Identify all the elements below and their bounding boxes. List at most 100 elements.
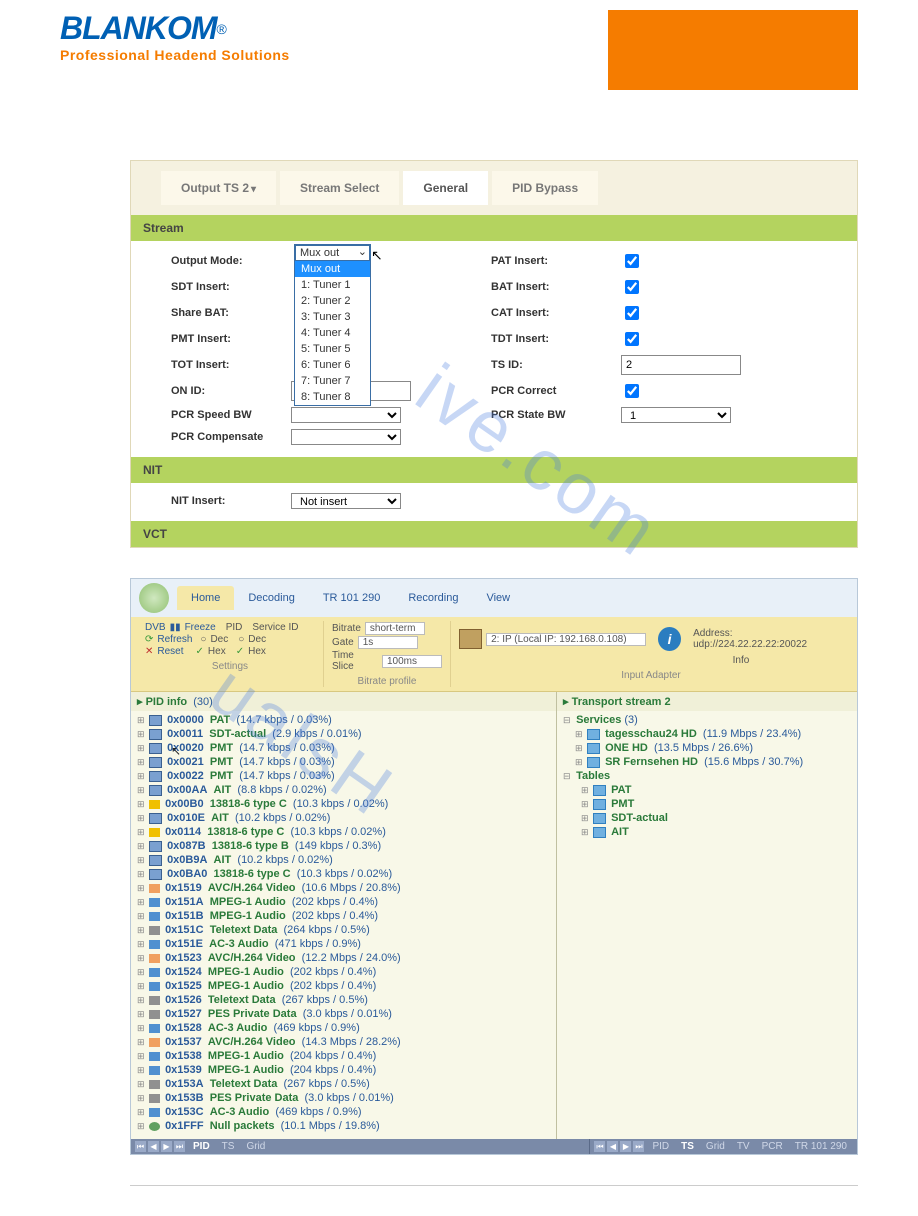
dropdown-item[interactable]: Mux out: [295, 261, 370, 277]
pid-row[interactable]: ⊞ 0x0114 13818-6 type C (10.3 kbps / 0.0…: [135, 825, 552, 839]
pid-row[interactable]: ⊞ 0x0011 SDT-actual (2.9 kbps / 0.01%): [135, 727, 552, 741]
pid-row[interactable]: ⊞ 0x153A Teletext Data (267 kbps / 0.5%): [135, 1077, 552, 1091]
select-pcr-compensate[interactable]: [291, 429, 401, 445]
pid-row[interactable]: ⊞ 0x1523 AVC/H.264 Video (12.2 Mbps / 24…: [135, 951, 552, 965]
info-icon[interactable]: i: [658, 627, 681, 651]
footer-tab[interactable]: TR 101 290: [789, 1141, 853, 1152]
pid-row[interactable]: ⊞ 0x1538 MPEG-1 Audio (204 kbps / 0.4%): [135, 1049, 552, 1063]
pid-row[interactable]: ⊞ 0x1525 MPEG-1 Audio (202 kbps / 0.4%): [135, 979, 552, 993]
pid-dec-radio[interactable]: Dec: [210, 634, 228, 645]
service-row[interactable]: ⊞ SR Fernsehen HD (15.6 Mbps / 30.7%): [561, 755, 853, 769]
checkbox-tdt-insert[interactable]: [625, 332, 639, 346]
cursor-icon: ↖: [371, 247, 383, 264]
input-adapter-select[interactable]: 2: IP (Local IP: 192.168.0.108): [486, 633, 646, 646]
dropdown-item[interactable]: 4: Tuner 4: [295, 325, 370, 341]
footer-tab[interactable]: TV: [731, 1141, 756, 1152]
select-pcr-speed-bw[interactable]: [291, 407, 401, 423]
pid-row[interactable]: ⊞ 0x00B0 13818-6 type C (10.3 kbps / 0.0…: [135, 797, 552, 811]
pid-row[interactable]: ⊞ 0x1528 AC-3 Audio (469 kbps / 0.9%): [135, 1021, 552, 1035]
pid-row[interactable]: ⊞ 0x151C Teletext Data (264 kbps / 0.5%): [135, 923, 552, 937]
tab-view[interactable]: View: [472, 586, 524, 610]
footer-tab[interactable]: Grid: [240, 1141, 271, 1152]
dropdown-item[interactable]: 6: Tuner 6: [295, 357, 370, 373]
svc-hex-radio[interactable]: Hex: [248, 646, 266, 657]
dropdown-item[interactable]: 8: Tuner 8: [295, 389, 370, 405]
pid-type-icon: [149, 729, 162, 740]
pid-row[interactable]: ⊞ 0x0020 PMT (14.7 kbps / 0.03%): [135, 741, 552, 755]
dropdown-item[interactable]: 3: Tuner 3: [295, 309, 370, 325]
tab-tr101290[interactable]: TR 101 290: [309, 586, 394, 610]
gate-select[interactable]: 1s: [358, 636, 418, 649]
pid-row[interactable]: ⊞ 0x1526 Teletext Data (267 kbps / 0.5%): [135, 993, 552, 1007]
pid-tree[interactable]: ⊞ 0x0000 PAT (14.7 kbps / 0.03%)⊞ 0x0011…: [131, 711, 556, 1139]
table-row[interactable]: ⊞ PAT: [561, 783, 853, 797]
pid-row[interactable]: ⊞ 0x1FFF Null packets (10.1 Mbps / 19.8%…: [135, 1119, 552, 1133]
pid-hex-radio[interactable]: Hex: [208, 646, 226, 657]
tab-general[interactable]: General: [403, 171, 488, 205]
tab-decoding[interactable]: Decoding: [234, 586, 308, 610]
checkbox-cat-insert[interactable]: [625, 306, 639, 320]
tab-home[interactable]: Home: [177, 586, 234, 610]
nav-prev-icon[interactable]: ◀: [148, 1141, 159, 1152]
pid-row[interactable]: ⊞ 0x0021 PMT (14.7 kbps / 0.03%): [135, 755, 552, 769]
nav-next-icon[interactable]: ▶: [161, 1141, 172, 1152]
bitrate-select[interactable]: short-term: [365, 622, 425, 635]
dropdown-item[interactable]: 1: Tuner 1: [295, 277, 370, 293]
dropdown-item[interactable]: 7: Tuner 7: [295, 373, 370, 389]
svc-dec-radio[interactable]: Dec: [248, 634, 266, 645]
dropdown-item[interactable]: 2: Tuner 2: [295, 293, 370, 309]
tab-stream-select[interactable]: Stream Select: [280, 171, 399, 205]
pid-row[interactable]: ⊞ 0x151A MPEG-1 Audio (202 kbps / 0.4%): [135, 895, 552, 909]
refresh-button[interactable]: Refresh: [157, 634, 192, 645]
pid-row[interactable]: ⊞ 0x1519 AVC/H.264 Video (10.6 Mbps / 20…: [135, 881, 552, 895]
footer-tab[interactable]: PCR: [756, 1141, 789, 1152]
table-row[interactable]: ⊞ PMT: [561, 797, 853, 811]
nav-first-icon[interactable]: ⏮: [135, 1141, 146, 1152]
pid-row[interactable]: ⊞ 0x1527 PES Private Data (3.0 kbps / 0.…: [135, 1007, 552, 1021]
pid-row[interactable]: ⊞ 0x0B9A AIT (10.2 kbps / 0.02%): [135, 853, 552, 867]
select-nit-insert[interactable]: Not insert: [291, 493, 401, 509]
nav-last-icon[interactable]: ⏭: [174, 1141, 185, 1152]
table-row[interactable]: ⊞ SDT-actual: [561, 811, 853, 825]
pid-row[interactable]: ⊞ 0x153C AC-3 Audio (469 kbps / 0.9%): [135, 1105, 552, 1119]
pid-row[interactable]: ⊞ 0x010E AIT (10.2 kbps / 0.02%): [135, 811, 552, 825]
footer-tab[interactable]: TS: [216, 1141, 241, 1152]
service-row[interactable]: ⊞ ONE HD (13.5 Mbps / 26.6%): [561, 741, 853, 755]
table-row[interactable]: ⊞ AIT: [561, 825, 853, 839]
pid-row[interactable]: ⊞ 0x1524 MPEG-1 Audio (202 kbps / 0.4%): [135, 965, 552, 979]
service-row[interactable]: ⊞ tagesschau24 HD (11.9 Mbps / 23.4%): [561, 727, 853, 741]
select-pcr-state-bw[interactable]: 1: [621, 407, 731, 423]
output-mode-dropdown[interactable]: Mux out Mux out1: Tuner 12: Tuner 23: Tu…: [294, 244, 371, 406]
nav-prev-icon[interactable]: ◀: [607, 1141, 618, 1152]
pid-row[interactable]: ⊞ 0x087B 13818-6 type B (149 kbps / 0.3%…: [135, 839, 552, 853]
nav-last-icon[interactable]: ⏭: [633, 1141, 644, 1152]
checkbox-pat-insert[interactable]: [625, 254, 639, 268]
pid-row[interactable]: ⊞ 0x1537 AVC/H.264 Video (14.3 Mbps / 28…: [135, 1035, 552, 1049]
tab-pid-bypass[interactable]: PID Bypass: [492, 171, 598, 205]
nav-first-icon[interactable]: ⏮: [594, 1141, 605, 1152]
reset-button[interactable]: Reset: [157, 646, 183, 657]
tab-recording[interactable]: Recording: [394, 586, 472, 610]
dropdown-item[interactable]: 5: Tuner 5: [295, 341, 370, 357]
pid-row[interactable]: ⊞ 0x151B MPEG-1 Audio (202 kbps / 0.4%): [135, 909, 552, 923]
pid-row[interactable]: ⊞ 0x1539 MPEG-1 Audio (204 kbps / 0.4%): [135, 1063, 552, 1077]
timeslice-select[interactable]: 100ms: [382, 655, 442, 668]
footer-tab[interactable]: PID: [646, 1141, 675, 1152]
tab-output-ts2[interactable]: Output TS 2: [161, 171, 276, 205]
checkbox-bat-insert[interactable]: [625, 280, 639, 294]
footer-tab[interactable]: PID: [187, 1141, 216, 1152]
footer-tab[interactable]: Grid: [700, 1141, 731, 1152]
freeze-button[interactable]: Freeze: [185, 622, 216, 633]
ts-tree[interactable]: ⊟ Services (3) ⊞ tagesschau24 HD (11.9 M…: [557, 711, 857, 845]
checkbox-pcr-correct[interactable]: [625, 384, 639, 398]
pid-row[interactable]: ⊞ 0x00AA AIT (8.8 kbps / 0.02%): [135, 783, 552, 797]
pid-row[interactable]: ⊞ 0x0022 PMT (14.7 kbps / 0.03%): [135, 769, 552, 783]
input-ts-id[interactable]: [621, 355, 741, 375]
nav-next-icon[interactable]: ▶: [620, 1141, 631, 1152]
pid-row[interactable]: ⊞ 0x153B PES Private Data (3.0 kbps / 0.…: [135, 1091, 552, 1105]
dropdown-selected[interactable]: Mux out: [295, 245, 370, 261]
footer-tab[interactable]: TS: [675, 1141, 700, 1152]
pid-row[interactable]: ⊞ 0x0000 PAT (14.7 kbps / 0.03%): [135, 713, 552, 727]
pid-row[interactable]: ⊞ 0x0BA0 13818-6 type C (10.3 kbps / 0.0…: [135, 867, 552, 881]
pid-row[interactable]: ⊞ 0x151E AC-3 Audio (471 kbps / 0.9%): [135, 937, 552, 951]
